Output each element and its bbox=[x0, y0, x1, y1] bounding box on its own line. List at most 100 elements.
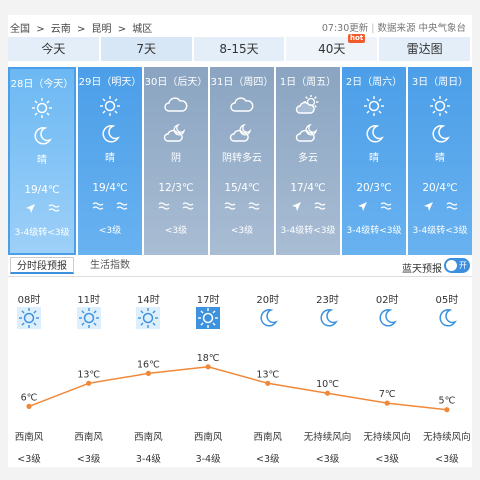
hour-wind-level: <3级 bbox=[315, 454, 340, 465]
tab-7days[interactable]: 7天 bbox=[100, 37, 194, 61]
arrow-icon bbox=[422, 201, 434, 216]
day-card[interactable]: 1日（周五） 多云 17/4℃ 3-4级转<3级 bbox=[276, 67, 340, 255]
day-wind-icons bbox=[78, 201, 142, 214]
sun-icon bbox=[31, 97, 53, 123]
daily-forecast: 28日（今天） 晴 19/4℃ 3-4级转<3级 29日（明天） 晴 19/4℃… bbox=[8, 67, 472, 257]
day-wind-icons bbox=[144, 201, 208, 214]
cloud-icon bbox=[163, 95, 189, 119]
day-condition: 晴 bbox=[105, 153, 115, 164]
day-date: 1日（周五） bbox=[279, 77, 337, 88]
hour-wind-level: 3-4级 bbox=[195, 454, 221, 465]
hour-column: 02时 无持续风向 <3级 bbox=[363, 277, 411, 467]
day-wind-level: 3-4级转<3级 bbox=[14, 228, 70, 238]
tab-7days-label: 7天 bbox=[136, 42, 157, 56]
breadcrumb-district: 城区 bbox=[132, 24, 153, 35]
sun-icon bbox=[136, 307, 161, 329]
day-condition: 多云 bbox=[298, 153, 318, 164]
hour-column: 17时 西南风 3-4级 bbox=[188, 277, 228, 467]
day-card[interactable]: 31日（周四） 阴转多云 15/4℃ <3级 bbox=[210, 67, 274, 255]
weather-panel: 全国 > 云南 > 昆明 > 城区 07:30更新 | 数据来源 中央气象台 今天 … bbox=[8, 15, 472, 467]
day-wind-level: <3级 bbox=[230, 226, 254, 236]
wave-icon bbox=[380, 201, 392, 216]
day-temperature: 12/3℃ bbox=[158, 182, 194, 194]
day-condition: 阴 bbox=[171, 153, 181, 164]
day-date: 2日（周六） bbox=[345, 77, 403, 88]
wave-icon bbox=[446, 201, 458, 216]
day-card[interactable]: 2日（周六） 晴 20/3℃ 3-4级转<3级 bbox=[342, 67, 406, 255]
day-date: 3日（周日） bbox=[411, 77, 469, 88]
hour-wind-level: <3级 bbox=[17, 454, 41, 465]
moon-icon bbox=[435, 307, 459, 329]
meta-divider: | bbox=[371, 23, 375, 34]
tab-hourly-forecast[interactable]: 分时段预报 bbox=[10, 257, 74, 274]
day-wind-level: 3-4级转<3级 bbox=[412, 226, 468, 236]
hour-time: 08时 bbox=[17, 295, 41, 306]
hour-wind-direction: 西南风 bbox=[193, 432, 223, 443]
tab-8-15days[interactable]: 8-15天 bbox=[193, 37, 287, 61]
hour-time: 23时 bbox=[316, 295, 339, 306]
sun-icon bbox=[17, 307, 41, 329]
sun-icon bbox=[99, 95, 121, 121]
hour-time: 05时 bbox=[435, 295, 459, 306]
breadcrumb-country[interactable]: 全国 bbox=[10, 24, 30, 35]
breadcrumb-sep: > bbox=[117, 24, 127, 35]
day-condition: 晴 bbox=[37, 155, 47, 166]
wave-icon bbox=[248, 201, 260, 214]
day-wind-icons bbox=[342, 201, 406, 216]
forecast-tabs: 今天 7天 8-15天 40天 hot 雷达图 bbox=[8, 34, 472, 61]
day-temperature: 20/4℃ bbox=[422, 182, 458, 194]
header-bar: 全国 > 云南 > 昆明 > 城区 07:30更新 | 数据来源 中央气象台 bbox=[8, 15, 472, 37]
breadcrumb-province[interactable]: 云南 bbox=[51, 24, 71, 35]
tab-life-index[interactable]: 生活指数 bbox=[84, 257, 136, 274]
day-date: 31日（周四） bbox=[210, 77, 274, 88]
hour-wind-direction: 无持续风向 bbox=[363, 432, 411, 443]
hour-wind-direction: 无持续风向 bbox=[423, 432, 471, 443]
day-temperature: 15/4℃ bbox=[224, 182, 260, 194]
day-card[interactable]: 28日（今天） 晴 19/4℃ 3-4级转<3级 bbox=[8, 67, 76, 255]
sun-icon bbox=[76, 307, 101, 329]
cloud-moon-icon bbox=[163, 123, 189, 147]
moon-icon bbox=[256, 307, 280, 329]
hour-time: 17时 bbox=[196, 295, 220, 306]
day-date: 30日（后天） bbox=[144, 77, 208, 88]
breadcrumb-city[interactable]: 昆明 bbox=[92, 24, 112, 35]
hour-column: 05时 无持续风向 <3级 bbox=[423, 277, 471, 467]
day-condition: 晴 bbox=[435, 153, 445, 164]
day-wind-icons bbox=[210, 201, 274, 214]
day-temperature: 19/4℃ bbox=[92, 182, 128, 194]
moon-icon bbox=[99, 123, 121, 149]
hour-column: 11时 西南风 <3级 bbox=[69, 277, 109, 467]
day-wind-icons bbox=[276, 201, 340, 216]
moon-icon bbox=[316, 307, 340, 329]
moon-icon bbox=[31, 125, 53, 151]
blue-sky-toggle[interactable]: 开 bbox=[444, 258, 470, 273]
day-wind-level: <3级 bbox=[164, 226, 188, 236]
hour-wind-direction: 西南风 bbox=[74, 432, 103, 443]
day-card[interactable]: 29日（明天） 晴 19/4℃ <3级 bbox=[78, 67, 142, 255]
tab-today[interactable]: 今天 bbox=[8, 37, 101, 61]
sub-tabs: 分时段预报 生活指数 蓝天预报 开 bbox=[8, 255, 472, 277]
day-condition: 阴转多云 bbox=[222, 153, 262, 164]
breadcrumb-sep: > bbox=[76, 24, 86, 35]
tab-radar[interactable]: 雷达图 bbox=[379, 37, 472, 61]
day-temperature: 19/4℃ bbox=[24, 184, 60, 196]
tab-8-15days-label: 8-15天 bbox=[219, 42, 259, 56]
moon-icon bbox=[375, 307, 399, 329]
sun-icon-strong bbox=[196, 307, 221, 329]
day-wind-icons bbox=[408, 201, 472, 216]
update-info: 07:30更新 | 数据来源 中央气象台 bbox=[322, 20, 466, 34]
day-temperature: 20/3℃ bbox=[356, 182, 392, 194]
hour-wind-level: <3级 bbox=[256, 454, 280, 465]
arrow-icon bbox=[290, 201, 302, 216]
data-source: 数据来源 中央气象台 bbox=[377, 23, 466, 34]
update-time: 07:30更新 bbox=[321, 23, 369, 34]
tab-40days[interactable]: 40天 hot bbox=[286, 34, 380, 61]
toggle-label: 开 bbox=[459, 261, 467, 270]
breadcrumb: 全国 > 云南 > 昆明 > 城区 bbox=[10, 20, 155, 35]
sun-cloud-icon bbox=[295, 94, 321, 119]
wave-icon bbox=[158, 201, 170, 214]
day-card[interactable]: 3日（周日） 晴 20/4℃ 3-4级转<3级 bbox=[408, 67, 472, 255]
hour-column: 14时 西南风 3-4级 bbox=[128, 277, 168, 467]
day-wind-level: 3-4级转<3级 bbox=[346, 226, 402, 236]
day-card[interactable]: 30日（后天） 阴 12/3℃ <3级 bbox=[144, 67, 208, 255]
